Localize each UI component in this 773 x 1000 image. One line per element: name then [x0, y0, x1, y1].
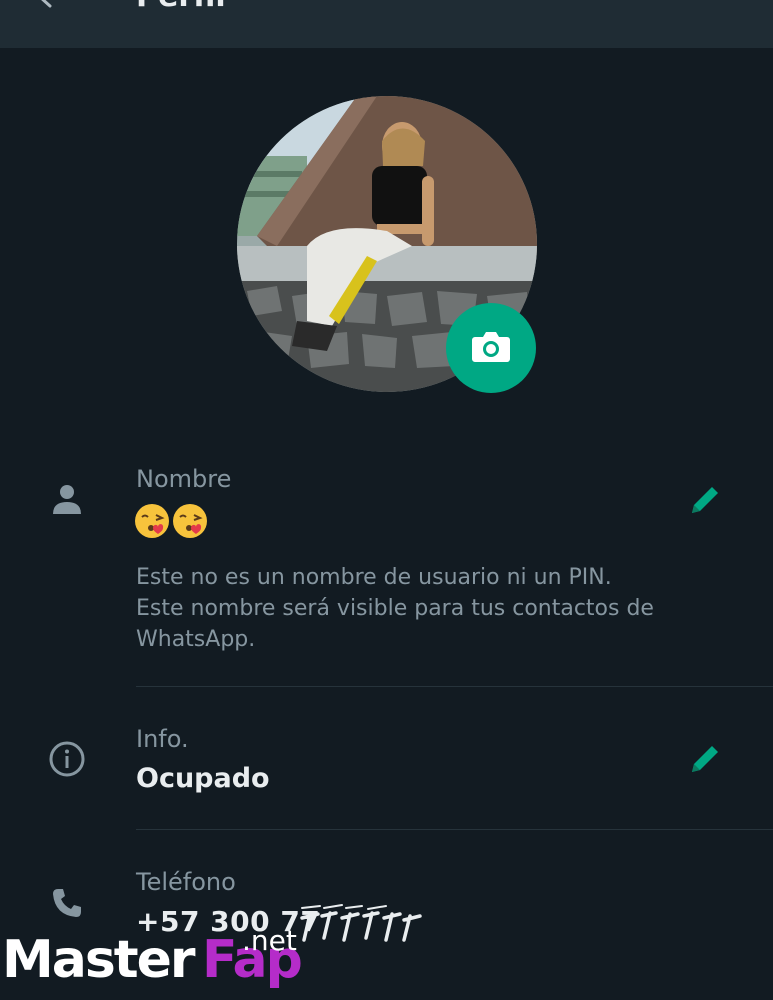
pencil-icon: [692, 487, 718, 513]
watermark-master: Master: [2, 930, 196, 990]
change-photo-button[interactable]: [446, 303, 536, 393]
name-description: Este no es un nombre de usuario ni un PI…: [136, 565, 654, 652]
arrow-back-icon[interactable]: [30, 0, 60, 12]
page-title: Perfil: [136, 0, 226, 12]
name-label: Nombre: [136, 465, 232, 493]
edit-info-button[interactable]: [688, 742, 722, 780]
edit-name-button[interactable]: [688, 483, 722, 521]
pencil-icon: [692, 746, 718, 772]
divider: [136, 686, 773, 687]
camera-icon: [471, 329, 511, 367]
info-icon: [48, 740, 86, 782]
app-bar: Perfil: [0, 0, 773, 48]
phone-label: Teléfono: [136, 868, 236, 896]
info-value: Ocupado: [136, 763, 270, 794]
info-label: Info.: [136, 725, 189, 753]
kiss-emoji-icon: [172, 503, 208, 543]
watermark-net: .net: [242, 924, 297, 957]
name-value: [134, 503, 208, 543]
profile-screen: Perfil: [0, 0, 773, 1000]
divider: [136, 829, 773, 830]
person-icon: [50, 482, 84, 520]
redaction-scribble: [300, 900, 430, 954]
phone-icon: [50, 886, 84, 924]
kiss-emoji-icon: [134, 503, 170, 543]
